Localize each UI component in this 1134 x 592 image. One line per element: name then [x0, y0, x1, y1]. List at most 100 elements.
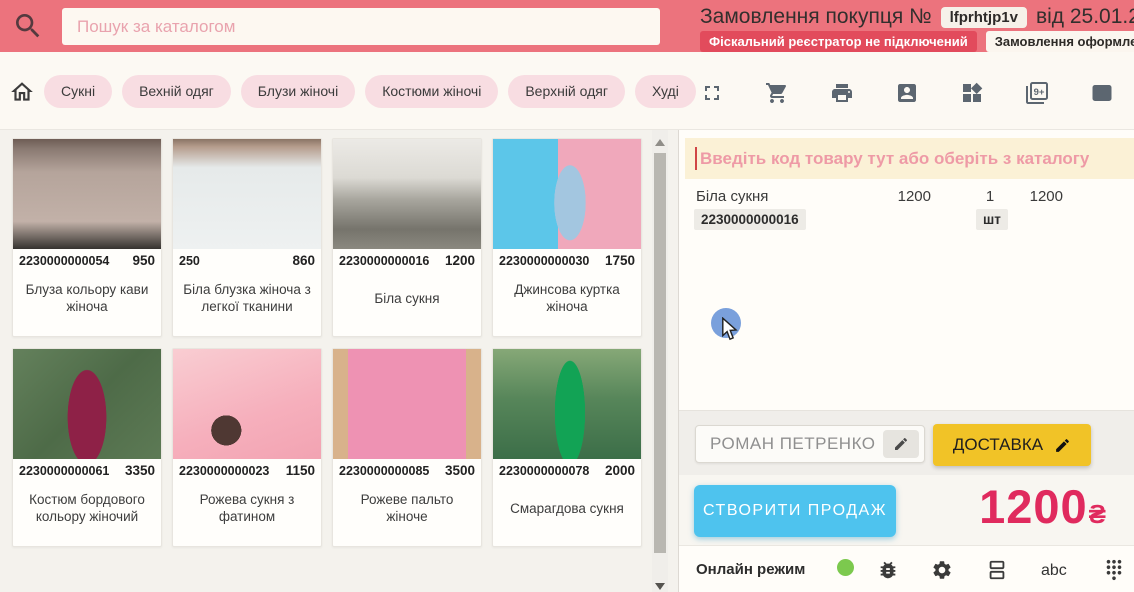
cart-item-name: Біла сукня — [696, 188, 769, 205]
scroll-up-arrow-icon[interactable] — [655, 139, 665, 146]
catalog-scrollbar[interactable] — [652, 130, 668, 592]
code-input-placeholder: Введіть код товару тут або оберіть з кат… — [700, 148, 1090, 168]
product-photo — [173, 349, 321, 459]
customer-name: РОМАН ПЕТРЕНКО — [710, 434, 876, 453]
header-badges: Фіскальний реєстратор не підключений Зам… — [700, 31, 1134, 52]
product-price: 3350 — [124, 463, 155, 478]
product-card[interactable]: 2230000000061 3350 Костюм бордового кольо… — [12, 348, 162, 547]
product-code: 2230000000030 — [499, 254, 590, 268]
product-code: 2230000000078 — [499, 464, 590, 478]
category-chip-bluzy[interactable]: Блузи жіночі — [240, 75, 356, 108]
print-icon[interactable] — [830, 81, 854, 105]
settings-gear-icon[interactable] — [931, 559, 953, 581]
product-name: Смарагдова сукня — [510, 500, 624, 516]
order-status-badge: Замовлення оформлено — [985, 31, 1134, 52]
edit-delivery-pencil-icon — [1056, 438, 1069, 452]
scroll-down-arrow-icon[interactable] — [655, 583, 665, 590]
product-code: 2230000000054 — [19, 254, 110, 268]
customer-delivery-section: РОМАН ПЕТРЕНКО ДОСТАВКА — [679, 410, 1134, 475]
product-price: 1750 — [604, 253, 635, 268]
category-chips: Сукні Вехній одяг Блузи жіночі Костюми ж… — [44, 75, 696, 108]
bug-icon[interactable] — [877, 559, 899, 581]
pos-app: Замовлення покупця № lfprhtjp1v від 25.0… — [0, 0, 1134, 592]
product-photo — [493, 139, 641, 249]
edit-customer-pencil-icon[interactable] — [883, 430, 919, 458]
contact-card-icon[interactable] — [895, 81, 919, 105]
product-card[interactable]: 2230000000023 1150 Рожева сукня з фатином — [172, 348, 322, 547]
product-card[interactable]: 2230000000078 2000 Смарагдова сукня — [492, 348, 642, 547]
product-name: Костюм бордового кольору жіночий — [29, 492, 145, 524]
create-sale-button[interactable]: СТВОРИТИ ПРОДАЖ — [694, 485, 896, 537]
delivery-label: ДОСТАВКА — [952, 435, 1044, 454]
category-chip-kostiumy[interactable]: Костюми жіночі — [365, 75, 499, 108]
product-name: Рожеве пальто жіноче — [360, 492, 454, 524]
product-photo — [13, 349, 161, 459]
toolbar-icons: 9+ — [700, 77, 1114, 109]
customer-button[interactable]: РОМАН ПЕТРЕНКО — [695, 425, 925, 463]
product-code-input[interactable]: Введіть код товару тут або оберіть з кат… — [685, 138, 1134, 179]
note-icon[interactable] — [1090, 81, 1114, 105]
widgets-icon[interactable] — [960, 81, 984, 105]
order-title: Замовлення покупця № lfprhtjp1v від 25.0… — [700, 5, 1134, 29]
fullscreen-icon[interactable] — [700, 81, 724, 105]
header-bar: Замовлення покупця № lfprhtjp1v від 25.0… — [0, 0, 1134, 52]
order-total: 1200 ₴ — [979, 479, 1106, 534]
online-status-dot — [837, 559, 854, 576]
product-name: Рожева сукня з фатином — [199, 492, 295, 524]
product-code: 2230000000023 — [179, 464, 270, 478]
order-id-badge: lfprhtjp1v — [940, 6, 1027, 28]
product-code: 2230000000085 — [339, 464, 430, 478]
product-name: Біла блузка жіноча з легкої тканини — [183, 282, 311, 314]
cart-item-code-badge: 2230000000016 — [694, 209, 806, 230]
product-code: 2230000000061 — [19, 464, 110, 478]
product-price: 1150 — [285, 463, 315, 478]
product-price: 860 — [292, 253, 315, 268]
status-bar: Онлайн режим abc — [679, 545, 1134, 592]
product-code: 2230000000016 — [339, 254, 430, 268]
cart-icon[interactable] — [765, 81, 789, 105]
currency-symbol: ₴ — [1088, 499, 1106, 529]
product-card[interactable]: 2230000000016 1200 Біла сукня — [332, 138, 482, 337]
scrollbar-thumb[interactable] — [654, 153, 666, 553]
product-card[interactable]: 250 860 Біла блузка жіноча з легкої ткани… — [172, 138, 322, 337]
create-sale-section: СТВОРИТИ ПРОДАЖ 1200 ₴ — [679, 475, 1134, 545]
order-title-prefix: Замовлення покупця № — [700, 5, 932, 28]
search-icon[interactable] — [12, 10, 44, 42]
dialpad-icon[interactable] — [1103, 559, 1125, 581]
product-photo — [333, 349, 481, 459]
filter-9plus-icon[interactable]: 9+ — [1025, 81, 1049, 105]
product-card[interactable]: 2230000000054 950 Блуза кольору кави жіно… — [12, 138, 162, 337]
category-chip-verkhnii-odiag[interactable]: Верхній одяг — [508, 75, 625, 108]
cart-item-total: 1200 — [1029, 188, 1063, 205]
product-card[interactable]: 2230000000030 1750 Джинсова куртка жіноча — [492, 138, 642, 337]
category-chip-vehnii-odiag[interactable]: Вехній одяг — [122, 75, 231, 108]
product-photo — [173, 139, 321, 249]
fiscal-printer-badge: Фіскальний реєстратор не підключений — [700, 31, 977, 52]
category-chip-sukni[interactable]: Сукні — [44, 75, 113, 108]
product-price: 3500 — [444, 463, 475, 478]
sale-panel: Введіть код товару тут або оберіть з кат… — [678, 130, 1134, 592]
product-price: 2000 — [604, 463, 635, 478]
category-chip-khudi[interactable]: Худі — [634, 75, 696, 108]
total-amount: 1200 — [979, 480, 1088, 533]
category-toolbar: Сукні Вехній одяг Блузи жіночі Костюми ж… — [0, 52, 1134, 130]
text-caret — [695, 147, 697, 170]
abc-keyboard-toggle[interactable]: abc — [1041, 562, 1067, 580]
product-photo — [493, 349, 641, 459]
splitscreen-icon[interactable] — [986, 559, 1008, 581]
svg-text:9+: 9+ — [1034, 87, 1045, 98]
catalog-search-input[interactable] — [62, 8, 660, 45]
cart-item-row[interactable]: Біла сукня 2230000000016 1200 1 шт 1200 — [679, 180, 1134, 240]
product-name: Блуза кольору кави жіноча — [25, 282, 149, 314]
product-card[interactable]: 2230000000085 3500 Рожеве пальто жіноче — [332, 348, 482, 547]
online-mode-label: Онлайн режим — [696, 561, 806, 578]
cart-item-unit-badge: шт — [976, 209, 1008, 230]
product-photo — [13, 139, 161, 249]
product-catalog: 2230000000054 950 Блуза кольору кави жіно… — [0, 130, 678, 592]
product-price: 950 — [132, 253, 155, 268]
product-code: 250 — [179, 254, 200, 268]
product-name: Біла сукня — [374, 290, 440, 306]
order-title-date: від 25.01.2023 — [1035, 5, 1134, 28]
delivery-button[interactable]: ДОСТАВКА — [933, 424, 1091, 466]
home-icon[interactable] — [9, 79, 35, 105]
